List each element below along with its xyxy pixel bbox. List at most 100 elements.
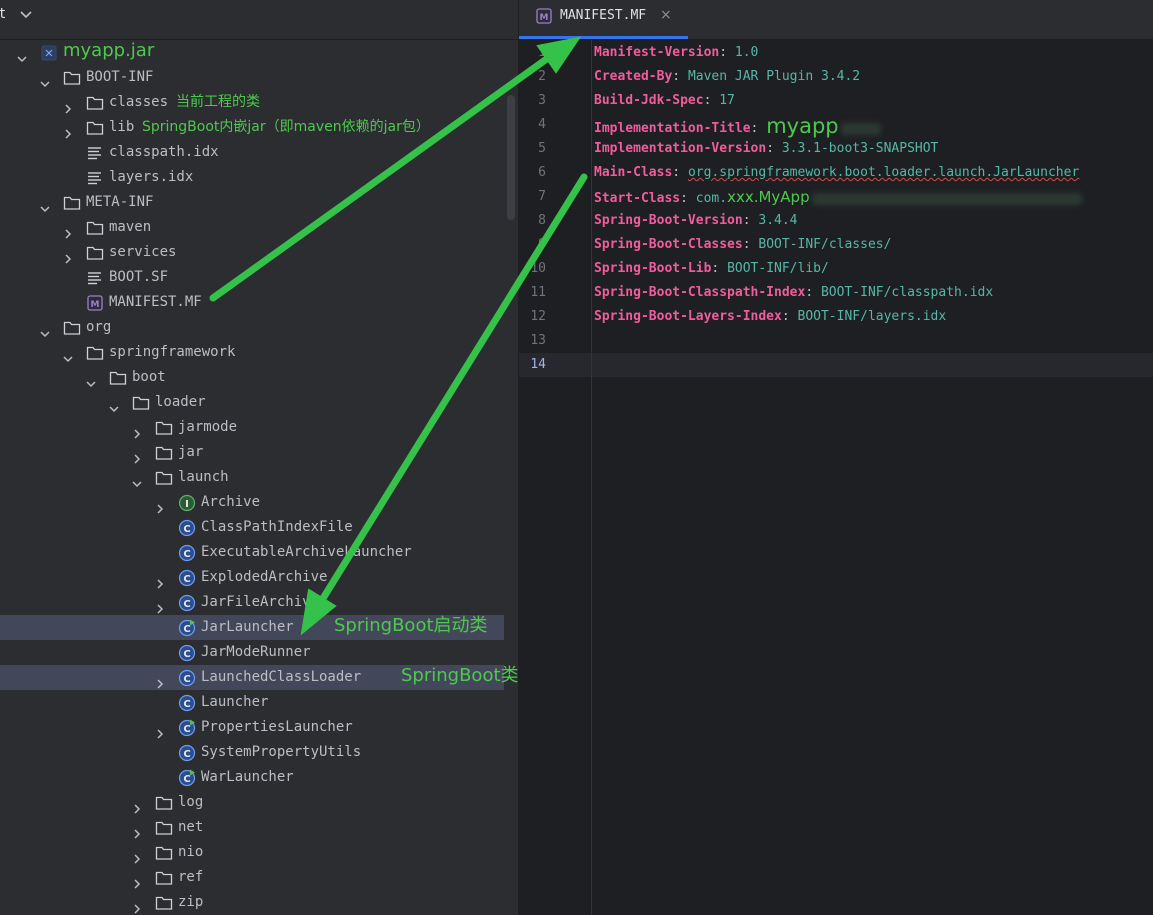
code-line: 4 Implementation-Title: myapp — [519, 113, 1153, 138]
colon: : — [742, 213, 759, 228]
svg-text:C: C — [183, 699, 190, 710]
manifest-value-text: org.springframework.boot.loader.launch.J… — [687, 165, 1080, 180]
chevron-down-icon[interactable] — [17, 48, 27, 63]
manifest-value: 17 — [719, 93, 735, 108]
tree-item[interactable]: nio — [0, 840, 504, 865]
tree-item[interactable]: layers.idx — [0, 165, 504, 190]
line-number: 9 — [538, 237, 546, 252]
chevron-right-icon[interactable] — [132, 423, 142, 439]
tree-item-label: launch — [178, 469, 229, 485]
tree-item[interactable]: jar — [0, 440, 504, 465]
chevron-right-icon[interactable] — [63, 248, 73, 264]
tree-item[interactable]: log — [0, 790, 504, 815]
redacted-blur — [840, 122, 881, 135]
tree-item[interactable]: org — [0, 315, 504, 340]
tree-item[interactable]: myapp.jar — [0, 40, 504, 65]
tree-item[interactable]: BOOT-INF — [0, 65, 504, 90]
tree-item[interactable]: services — [0, 240, 504, 265]
tree-item[interactable]: C ExecutableArchiveLauncher — [0, 540, 504, 565]
tree-item-label: jar — [178, 444, 204, 460]
chevron-down-icon[interactable] — [63, 348, 73, 363]
svg-text:C: C — [183, 749, 190, 760]
chevron-down-icon[interactable] — [40, 323, 50, 338]
chevron-right-icon[interactable] — [132, 448, 142, 464]
chevron-right-icon[interactable] — [63, 123, 73, 139]
tab-manifest[interactable]: M MANIFEST.MF × — [519, 0, 688, 39]
manifest-key: Implementation-Title — [594, 121, 751, 136]
chevron-down-icon[interactable] — [109, 398, 119, 413]
tree-item[interactable]: C JarLauncher SpringBoot启动类 — [0, 615, 504, 640]
code-line: 13 — [519, 329, 1153, 353]
tree-item[interactable]: BOOT.SF — [0, 265, 504, 290]
colon: : — [680, 191, 696, 206]
tree-item[interactable]: ref — [0, 865, 504, 890]
colon: : — [672, 69, 688, 84]
line-number: 11 — [530, 285, 546, 300]
chevron-right-icon[interactable] — [155, 573, 165, 589]
chevron-right-icon[interactable] — [132, 898, 142, 914]
line-number: 8 — [538, 213, 546, 228]
text-file-icon — [86, 269, 104, 287]
chevron-right-icon[interactable] — [132, 798, 142, 814]
code-line: 11 Spring-Boot-Classpath-Index: BOOT-INF/… — [519, 281, 1153, 305]
class-icon: C — [178, 544, 196, 562]
tree-item[interactable]: C ExplodedArchive — [0, 565, 504, 590]
chevron-right-icon[interactable] — [132, 823, 142, 839]
colon: : — [672, 165, 688, 180]
chevron-right-icon[interactable] — [63, 223, 73, 239]
tree-item-label: jarmode — [178, 419, 238, 435]
tree-item[interactable]: C Launcher — [0, 690, 504, 715]
tree-item-label: classpath.idx — [109, 144, 219, 160]
manifest-key: Spring-Boot-Classpath-Index — [594, 285, 806, 300]
code-line: 6 Main-Class: org.springframework.boot.lo… — [519, 161, 1153, 185]
line-number: 14 — [530, 357, 546, 372]
tree-item[interactable]: C WarLauncher — [0, 765, 504, 790]
tree-item[interactable]: classpath.idx — [0, 140, 504, 165]
chevron-right-icon[interactable] — [155, 598, 165, 614]
tree-item[interactable]: loader — [0, 390, 504, 415]
tree-item[interactable]: classes 当前工程的类 — [0, 90, 504, 115]
tree-item-label: layers.idx — [109, 169, 194, 185]
tree-item[interactable]: launch — [0, 465, 504, 490]
chevron-down-icon[interactable] — [40, 198, 50, 213]
chevron-down-icon[interactable] — [86, 373, 96, 388]
chevron-right-icon[interactable] — [155, 498, 165, 514]
chevron-down-icon[interactable] — [40, 73, 50, 88]
tree-item[interactable]: maven — [0, 215, 504, 240]
close-icon[interactable]: × — [660, 7, 672, 23]
chevron-right-icon[interactable] — [132, 873, 142, 889]
code-line: 3 Build-Jdk-Spec: 17 — [519, 89, 1153, 113]
manifest-key: Spring-Boot-Lib — [594, 261, 712, 276]
annotation-note: SpringBoot启动类 — [334, 615, 488, 636]
tree-item[interactable]: C LaunchedClassLoader SpringBoot类加载器 — [0, 665, 518, 690]
tree-item[interactable]: boot — [0, 365, 504, 390]
tree-item[interactable]: I Archive — [0, 490, 504, 515]
tree-scrollbar[interactable] — [507, 95, 515, 220]
manifest-key: Spring-Boot-Version — [594, 213, 743, 228]
tree-item[interactable]: lib SpringBoot内嵌jar（即maven依赖的jar包） — [0, 115, 504, 140]
tree-item[interactable]: net — [0, 815, 504, 840]
tree-item[interactable]: C PropertiesLauncher — [0, 715, 504, 740]
manifest-value: BOOT-INF/classes/ — [758, 237, 891, 252]
line-number: 1 — [538, 45, 546, 60]
tree-item[interactable]: jarmode — [0, 415, 504, 440]
chevron-right-icon[interactable] — [155, 723, 165, 739]
editor-panel: M MANIFEST.MF × 1 Manifest-Version: 1.0 2 C… — [519, 0, 1153, 915]
annotation-note: myapp — [766, 114, 839, 138]
class-icon: C — [178, 694, 196, 712]
tree-item[interactable]: META-INF — [0, 190, 504, 215]
tree-item[interactable]: springframework — [0, 340, 504, 365]
chevron-down-icon[interactable] — [132, 473, 142, 488]
tree-item[interactable]: M MANIFEST.MF — [0, 290, 504, 315]
tree-item[interactable]: C SystemPropertyUtils — [0, 740, 504, 765]
manifest-value: myapp — [766, 114, 881, 138]
chevron-right-icon[interactable] — [132, 848, 142, 864]
tree-item[interactable]: zip — [0, 890, 504, 915]
tree-item[interactable]: C JarFileArchive — [0, 590, 504, 615]
tree-item[interactable]: C JarModeRunner — [0, 640, 504, 665]
chevron-right-icon[interactable] — [155, 673, 165, 689]
annotation-note: 当前工程的类 — [176, 94, 260, 110]
tree-item[interactable]: C ClassPathIndexFile — [0, 515, 504, 540]
manifest-icon: M — [86, 294, 104, 312]
chevron-right-icon[interactable] — [63, 98, 73, 114]
